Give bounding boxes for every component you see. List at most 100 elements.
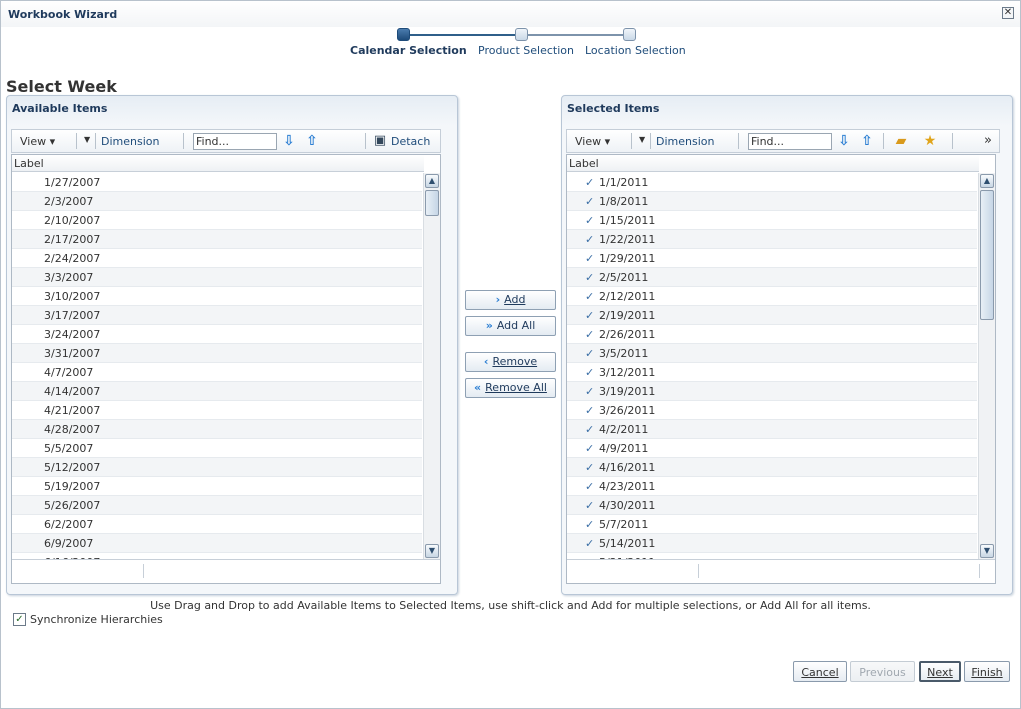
list-item[interactable]: ✓ 2/5/2011 (567, 268, 977, 287)
list-item[interactable]: ✓ 3/5/2011 (567, 344, 977, 363)
detach-button[interactable]: Detach (391, 135, 430, 148)
finish-button[interactable]: Finish (964, 661, 1010, 682)
scroll-thumb[interactable] (425, 190, 439, 216)
find-input[interactable] (748, 133, 832, 150)
overflow-chevron-icon[interactable]: » (979, 132, 997, 150)
next-button[interactable]: Next (919, 661, 961, 682)
selected-items-panel: Selected Items View ▾ ▼ Dimension ⇩ ⇧ ▰ … (561, 95, 1013, 595)
double-chevron-right-icon: » (485, 319, 493, 332)
list-item[interactable]: 5/19/2007 (12, 477, 422, 496)
list-item[interactable]: ✓ 2/19/2011 (567, 306, 977, 325)
dimension-menu[interactable]: Dimension (656, 135, 714, 148)
train-label-calendar[interactable]: Calendar Selection (350, 44, 467, 57)
list-item[interactable]: ✓ 1/15/2011 (567, 211, 977, 230)
detach-icon[interactable]: ▣ (371, 132, 389, 150)
list-item[interactable]: 4/21/2007 (12, 401, 422, 420)
list-item[interactable]: 3/10/2007 (12, 287, 422, 306)
scroll-up-icon[interactable]: ▲ (980, 174, 994, 188)
list-item[interactable]: ✓ 4/16/2011 (567, 458, 977, 477)
list-item[interactable]: ✓ 1/22/2011 (567, 230, 977, 249)
list-item[interactable]: ✓ 3/26/2011 (567, 401, 977, 420)
list-item[interactable]: 3/17/2007 (12, 306, 422, 325)
column-header-label[interactable]: Label (567, 155, 979, 172)
dimension-menu[interactable]: Dimension (101, 135, 159, 148)
view-menu[interactable]: View ▾ (575, 135, 610, 148)
close-icon[interactable]: ✕ (1002, 7, 1014, 19)
list-item-label: 2/5/2011 (599, 271, 649, 284)
list-item[interactable]: 5/26/2007 (12, 496, 422, 515)
scroll-up-icon[interactable]: ▲ (425, 174, 439, 188)
list-item[interactable]: 3/24/2007 (12, 325, 422, 344)
chevron-down-icon[interactable]: ▼ (639, 135, 645, 144)
toolbar-separator (650, 133, 651, 149)
list-item[interactable]: ✓ 4/30/2011 (567, 496, 977, 515)
list-item-label: 3/12/2011 (599, 366, 656, 379)
train-label-location[interactable]: Location Selection (585, 44, 686, 57)
scroll-down-icon[interactable]: ▼ (425, 544, 439, 558)
find-next-icon[interactable]: ⇩ (835, 132, 853, 150)
list-item[interactable]: ✓ 4/9/2011 (567, 439, 977, 458)
train-label-product[interactable]: Product Selection (478, 44, 574, 57)
list-item[interactable]: 3/3/2007 (12, 268, 422, 287)
check-icon: ✓ (585, 499, 595, 512)
train-stop-product[interactable] (515, 28, 528, 41)
list-item[interactable]: 2/10/2007 (12, 211, 422, 230)
list-item[interactable]: ✓ 1/1/2011 (567, 173, 977, 192)
list-item[interactable]: 6/2/2007 (12, 515, 422, 534)
add-all-button[interactable]: » Add All (465, 316, 556, 336)
remove-all-button[interactable]: «Remove All (465, 378, 556, 398)
find-previous-icon[interactable]: ⇧ (858, 132, 876, 150)
remove-button[interactable]: ‹ Remove (465, 352, 556, 372)
footer-separator (979, 564, 980, 578)
folder-icon[interactable]: ▰ (892, 132, 910, 150)
list-item[interactable]: 5/5/2007 (12, 439, 422, 458)
find-input[interactable] (193, 133, 277, 150)
available-vertical-scrollbar[interactable]: ▲ ▼ (423, 173, 440, 559)
list-item[interactable]: ✓ 5/7/2011 (567, 515, 977, 534)
train-stop-location[interactable] (623, 28, 636, 41)
view-menu[interactable]: View ▾ (20, 135, 55, 148)
scroll-thumb[interactable] (980, 190, 994, 320)
list-item[interactable]: 4/7/2007 (12, 363, 422, 382)
toolbar-separator (365, 133, 366, 149)
add-button[interactable]: › Add (465, 290, 556, 310)
list-item[interactable]: 2/24/2007 (12, 249, 422, 268)
check-icon: ✓ (585, 537, 595, 550)
scroll-down-icon[interactable]: ▼ (980, 544, 994, 558)
add-label: Add (504, 293, 526, 306)
favorite-star-icon[interactable]: ★ (921, 132, 939, 150)
check-icon: ✓ (585, 271, 595, 284)
list-item[interactable]: 2/17/2007 (12, 230, 422, 249)
list-item[interactable]: 4/28/2007 (12, 420, 422, 439)
find-next-icon[interactable]: ⇩ (280, 132, 298, 150)
list-item[interactable]: 2/3/2007 (12, 192, 422, 211)
find-previous-icon[interactable]: ⇧ (303, 132, 321, 150)
list-item[interactable]: 1/27/2007 (12, 173, 422, 192)
chevron-down-icon[interactable]: ▼ (84, 135, 90, 144)
list-item[interactable]: ✓ 1/29/2011 (567, 249, 977, 268)
list-item[interactable]: 5/12/2007 (12, 458, 422, 477)
list-item[interactable]: ✓ 1/8/2011 (567, 192, 977, 211)
list-item[interactable]: 3/31/2007 (12, 344, 422, 363)
list-item[interactable]: ✓ 3/19/2011 (567, 382, 977, 401)
list-item[interactable]: ✓ 5/14/2011 (567, 534, 977, 553)
toolbar-separator (76, 133, 77, 149)
available-table-footer (12, 559, 440, 583)
list-item-label: 2/17/2007 (44, 233, 101, 246)
list-item-label: 5/26/2007 (44, 499, 101, 512)
list-item[interactable]: 6/9/2007 (12, 534, 422, 553)
remove-all-label: Remove All (485, 381, 547, 394)
column-header-label[interactable]: Label (12, 155, 424, 172)
list-item[interactable]: ✓ 3/12/2011 (567, 363, 977, 382)
selected-vertical-scrollbar[interactable]: ▲ ▼ (978, 173, 995, 559)
cancel-button[interactable]: Cancel (793, 661, 847, 682)
list-item[interactable]: ✓ 2/26/2011 (567, 325, 977, 344)
list-item[interactable]: 4/14/2007 (12, 382, 422, 401)
synchronize-checkbox[interactable]: ✓ (13, 613, 26, 626)
train-stop-calendar[interactable] (397, 28, 410, 41)
list-item-label: 5/12/2007 (44, 461, 101, 474)
list-item[interactable]: ✓ 4/23/2011 (567, 477, 977, 496)
list-item[interactable]: ✓ 4/2/2011 (567, 420, 977, 439)
previous-button[interactable]: Previous (850, 661, 915, 682)
list-item[interactable]: ✓ 2/12/2011 (567, 287, 977, 306)
